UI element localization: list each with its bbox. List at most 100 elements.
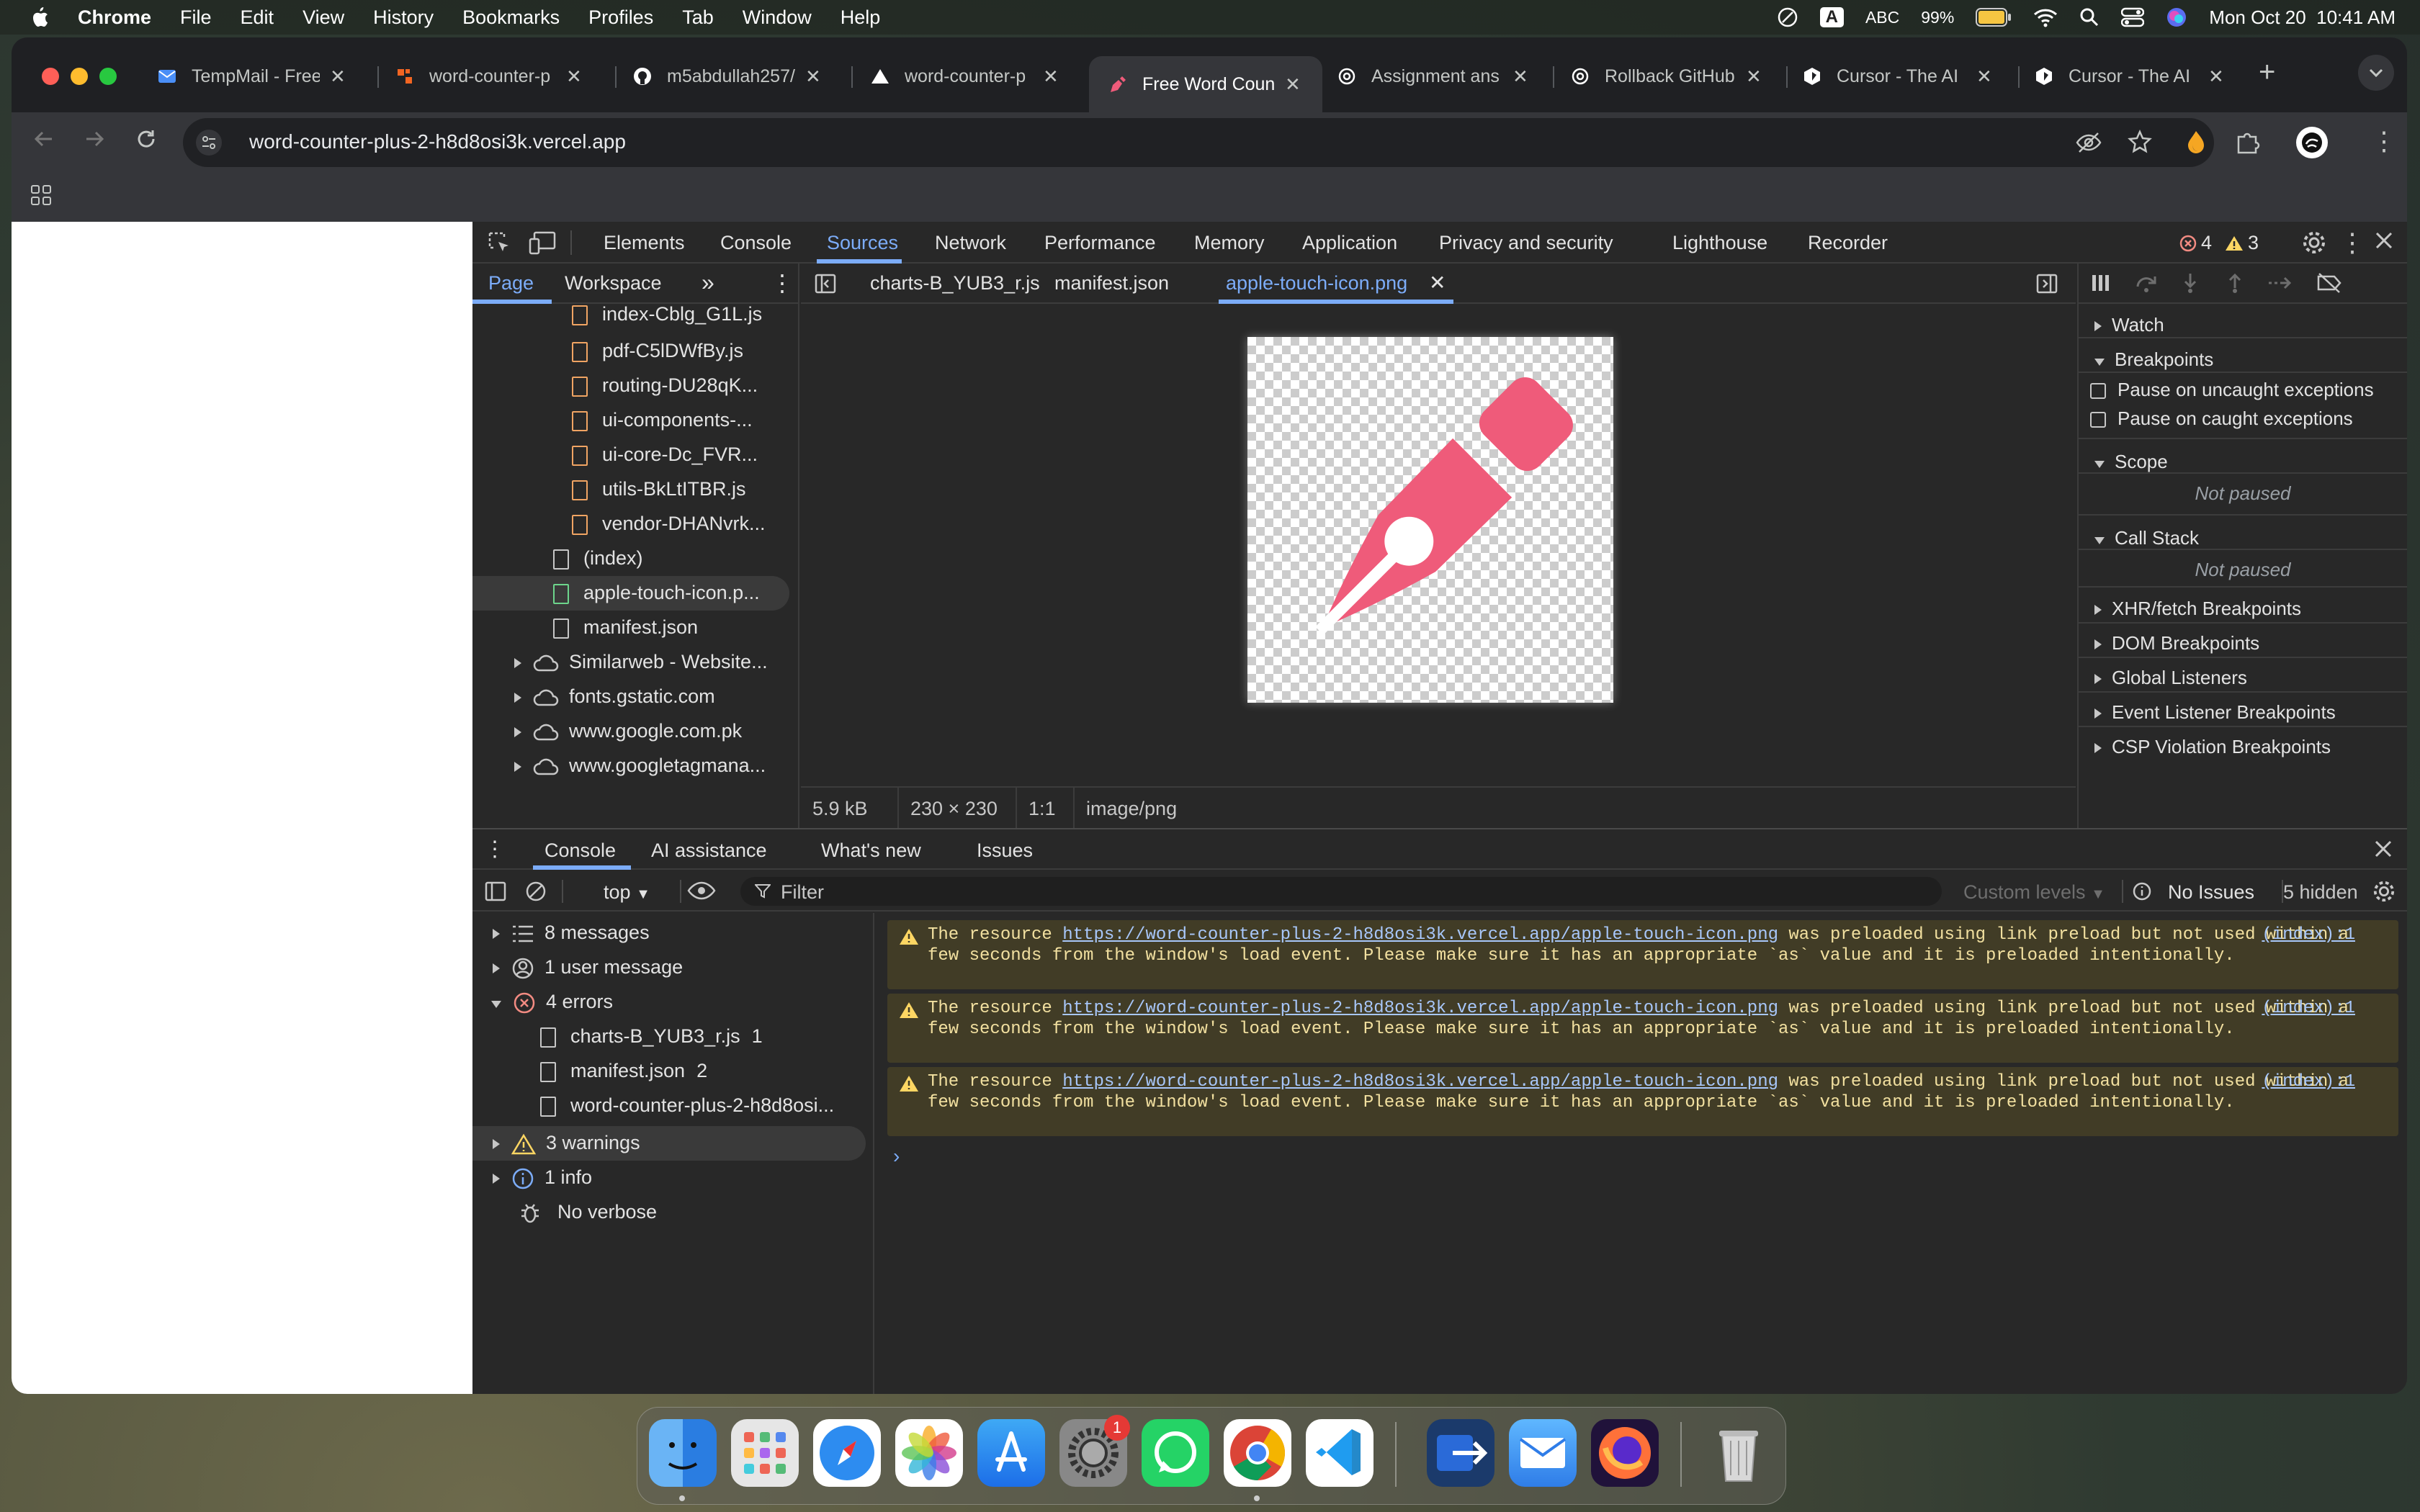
- step-over-icon[interactable]: [2135, 272, 2158, 294]
- resource-link[interactable]: https://word-counter-plus-2-h8d8osi3k.ve…: [1062, 925, 1778, 945]
- panel-recorder[interactable]: Recorder: [1808, 232, 1888, 254]
- step-icon[interactable]: [2267, 272, 2293, 294]
- section-xhr-breakpoints[interactable]: XHR/fetch Breakpoints: [2079, 586, 2407, 622]
- panel-elements[interactable]: Elements: [604, 232, 685, 254]
- vscode-icon[interactable]: [1306, 1419, 1373, 1487]
- tab-close-icon[interactable]: ✕: [2208, 66, 2224, 88]
- editor-tab-apple-touch-icon[interactable]: apple-touch-icon.png: [1226, 272, 1407, 294]
- device-toolbar-icon[interactable]: [529, 230, 556, 255]
- drawer-menu-icon[interactable]: ⋮: [484, 837, 506, 862]
- tab-close-icon[interactable]: ✕: [330, 66, 346, 88]
- tab-close-icon[interactable]: ✕: [1512, 66, 1528, 88]
- editor-tab-close-icon[interactable]: ✕: [1429, 271, 1446, 294]
- file-ui-core-js[interactable]: ui-core-Dc_FVR...: [572, 444, 758, 466]
- panel-lighthouse[interactable]: Lighthouse: [1672, 232, 1767, 254]
- error-file-manifest[interactable]: manifest.json 2: [540, 1060, 707, 1082]
- file-index-js[interactable]: index-Cblg_G1L.js: [572, 305, 762, 327]
- issues-info-icon[interactable]: [2132, 881, 2152, 901]
- group-verbose[interactable]: No verbose: [519, 1201, 657, 1225]
- source-link[interactable]: (index):1: [2262, 998, 2355, 1019]
- tab-github[interactable]: m5abdullah257/ ✕: [632, 56, 821, 96]
- tab-close-icon[interactable]: ✕: [1285, 73, 1301, 96]
- inspect-element-icon[interactable]: [487, 230, 511, 255]
- deactivate-breakpoints-icon[interactable]: [2316, 272, 2342, 294]
- step-into-icon[interactable]: [2179, 272, 2201, 294]
- drawer-tab-issues[interactable]: Issues: [977, 840, 1033, 862]
- menu-view[interactable]: View: [302, 6, 344, 29]
- issues-count[interactable]: No Issues: [2168, 881, 2254, 904]
- clear-console-icon[interactable]: [524, 880, 547, 903]
- battery-icon[interactable]: [1976, 8, 2012, 27]
- extensions-puzzle-icon[interactable]: [2234, 130, 2260, 156]
- panel-memory[interactable]: Memory: [1194, 232, 1265, 254]
- section-event-listener-breakpoints[interactable]: Event Listener Breakpoints: [2079, 691, 2407, 726]
- tab-search-button[interactable]: [2358, 55, 2394, 91]
- launchpad-icon[interactable]: [731, 1419, 799, 1487]
- group-user-messages[interactable]: 1 user message: [493, 956, 683, 980]
- back-button[interactable]: [33, 128, 55, 150]
- pause-icon[interactable]: [2090, 272, 2112, 294]
- navigator-tab-page[interactable]: Page: [488, 272, 534, 294]
- chrome-icon[interactable]: [1224, 1419, 1291, 1487]
- file-ui-components-js[interactable]: ui-components-...: [572, 409, 753, 431]
- toggle-debugger-icon[interactable]: [2035, 272, 2058, 295]
- window-minimize-button[interactable]: [71, 68, 88, 85]
- drawer-tab-whats-new[interactable]: What's new: [821, 840, 921, 862]
- toggle-navigator-icon[interactable]: [814, 272, 837, 295]
- domain-fonts-gstatic[interactable]: fonts.gstatic.com: [514, 685, 715, 708]
- address-bar[interactable]: word-counter-plus-2-h8d8osi3k.vercel.app: [183, 118, 2214, 167]
- error-file-word-counter[interactable]: word-counter-plus-2-h8d8osi...: [540, 1094, 834, 1117]
- mail-app-icon[interactable]: [1509, 1419, 1577, 1487]
- drawer-tab-console[interactable]: Console: [544, 840, 616, 862]
- console-warning-message[interactable]: The resource https://word-counter-plus-2…: [887, 994, 2398, 1063]
- editor-tab-manifest[interactable]: manifest.json: [1054, 272, 1169, 294]
- section-dom-breakpoints[interactable]: DOM Breakpoints: [2079, 622, 2407, 657]
- devtools-settings-icon[interactable]: [2302, 230, 2326, 255]
- bookmark-star-icon[interactable]: [2128, 130, 2152, 154]
- section-breakpoints[interactable]: Breakpoints: [2079, 341, 2407, 373]
- file-pdf-js[interactable]: pdf-C5lDWfBy.js: [572, 340, 743, 362]
- error-counter[interactable]: 4 3: [2179, 232, 2259, 254]
- extension-flame-icon[interactable]: [2187, 130, 2205, 154]
- console-warning-message[interactable]: The resource https://word-counter-plus-2…: [887, 920, 2398, 989]
- accessibility-icon[interactable]: [1777, 6, 1798, 28]
- migration-assistant-icon[interactable]: [1427, 1419, 1494, 1487]
- firefox-icon[interactable]: [1591, 1419, 1659, 1487]
- more-tabs-icon[interactable]: »: [702, 269, 714, 296]
- window-close-button[interactable]: [42, 68, 59, 85]
- tab-close-icon[interactable]: ✕: [1976, 66, 1992, 88]
- tab-cursor-2[interactable]: Cursor - The AI ✕: [2034, 56, 2224, 96]
- error-file-charts[interactable]: charts-B_YUB3_r.js 1: [540, 1025, 763, 1048]
- pause-caught-row[interactable]: Pause on caught exceptions: [2079, 408, 2407, 430]
- tab-close-icon[interactable]: ✕: [1043, 66, 1059, 88]
- tab-word-counter-1[interactable]: word-counter-p ✕: [395, 56, 582, 96]
- context-selector[interactable]: top ▼: [604, 881, 650, 904]
- tab-tempmail[interactable]: TempMail - Free ✕: [157, 56, 346, 96]
- file-utils-js[interactable]: utils-BkLtITBR.js: [572, 478, 746, 500]
- menu-window[interactable]: Window: [743, 6, 812, 29]
- editor-tab-charts-js[interactable]: charts-B_YUB3_r.js: [870, 272, 1040, 294]
- tab-rollback-github[interactable]: Rollback GitHub ✕: [1570, 56, 1762, 96]
- panel-privacy-security[interactable]: Privacy and security: [1439, 232, 1613, 254]
- section-global-listeners[interactable]: Global Listeners: [2079, 657, 2407, 691]
- console-prompt[interactable]: ›: [893, 1145, 900, 1168]
- console-warning-message[interactable]: The resource https://word-counter-plus-2…: [887, 1067, 2398, 1136]
- console-settings-icon[interactable]: [2372, 880, 2396, 903]
- tab-cursor-1[interactable]: Cursor - The AI ✕: [1802, 56, 1992, 96]
- apple-menu-icon[interactable]: [29, 6, 49, 29]
- drawer-tab-ai-assistance[interactable]: AI assistance: [651, 840, 767, 862]
- domain-similarweb[interactable]: Similarweb - Website...: [514, 651, 768, 673]
- drawer-close-icon[interactable]: [2374, 840, 2393, 858]
- devtools-close-icon[interactable]: [2374, 230, 2394, 251]
- resource-link[interactable]: https://word-counter-plus-2-h8d8osi3k.ve…: [1062, 1072, 1778, 1092]
- menu-bookmarks[interactable]: Bookmarks: [462, 6, 560, 29]
- file-apple-touch-icon[interactable]: apple-touch-icon.p...: [553, 582, 760, 604]
- forward-button[interactable]: [84, 128, 105, 150]
- panel-sources[interactable]: Sources: [827, 232, 898, 254]
- panel-performance[interactable]: Performance: [1044, 232, 1156, 254]
- resource-link[interactable]: https://word-counter-plus-2-h8d8osi3k.ve…: [1062, 999, 1778, 1018]
- photos-icon[interactable]: [895, 1419, 963, 1487]
- page-viewport[interactable]: [12, 222, 472, 1394]
- siri-icon[interactable]: [2166, 6, 2187, 28]
- menu-history[interactable]: History: [373, 6, 434, 29]
